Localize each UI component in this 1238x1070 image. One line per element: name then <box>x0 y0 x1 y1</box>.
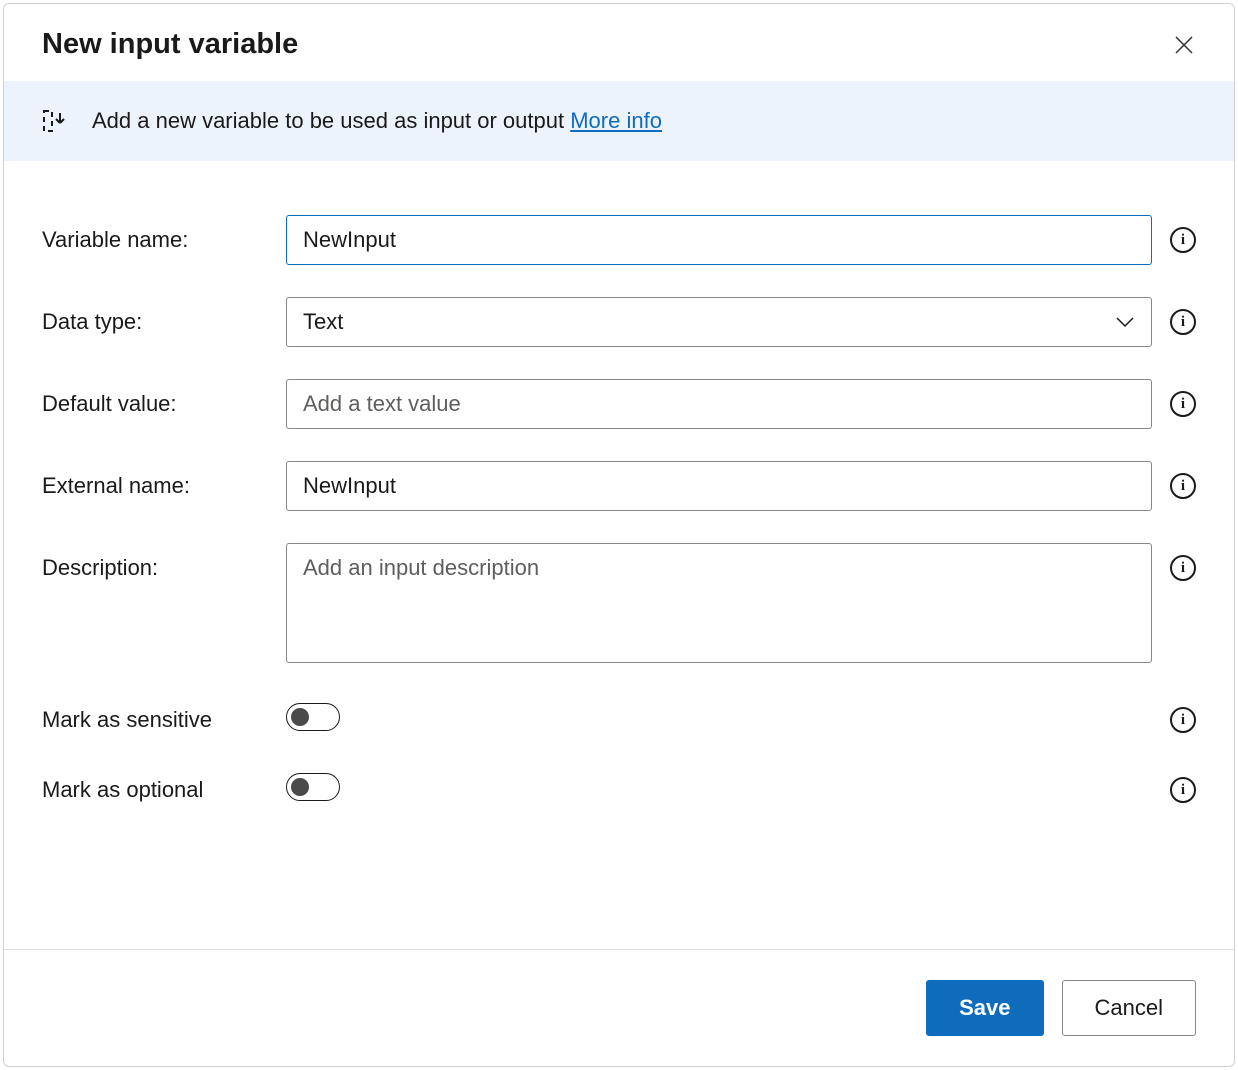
banner-message: Add a new variable to be used as input o… <box>92 108 570 133</box>
external-name-row: External name: i <box>42 461 1196 511</box>
variable-name-input[interactable] <box>286 215 1152 265</box>
mark-sensitive-toggle[interactable] <box>286 703 340 731</box>
form-body: Variable name: i Data type: Text i Defau… <box>4 161 1234 949</box>
description-textarea[interactable] <box>286 543 1152 663</box>
data-type-value: Text <box>303 309 343 335</box>
mark-optional-row: Mark as optional i <box>42 765 1196 803</box>
info-icon[interactable]: i <box>1170 473 1196 499</box>
data-type-row: Data type: Text i <box>42 297 1196 347</box>
info-icon[interactable]: i <box>1170 555 1196 581</box>
dialog-title: New input variable <box>42 28 298 61</box>
info-icon[interactable]: i <box>1170 391 1196 417</box>
mark-sensitive-label: Mark as sensitive <box>42 695 286 733</box>
close-icon <box>1174 35 1194 55</box>
description-row: Description: i <box>42 543 1196 663</box>
chevron-down-icon <box>1115 316 1135 328</box>
info-banner: Add a new variable to be used as input o… <box>4 81 1234 161</box>
description-label: Description: <box>42 543 286 581</box>
mark-sensitive-row: Mark as sensitive i <box>42 695 1196 733</box>
info-icon[interactable]: i <box>1170 309 1196 335</box>
external-name-label: External name: <box>42 461 286 499</box>
more-info-link[interactable]: More info <box>570 108 662 133</box>
variable-name-label: Variable name: <box>42 215 286 253</box>
info-icon[interactable]: i <box>1170 777 1196 803</box>
save-button[interactable]: Save <box>926 980 1043 1036</box>
info-icon[interactable]: i <box>1170 227 1196 253</box>
dialog-footer: Save Cancel <box>4 949 1234 1066</box>
data-type-label: Data type: <box>42 297 286 335</box>
info-icon[interactable]: i <box>1170 707 1196 733</box>
mark-optional-toggle[interactable] <box>286 773 340 801</box>
close-button[interactable] <box>1172 33 1196 57</box>
cancel-button[interactable]: Cancel <box>1062 980 1196 1036</box>
default-value-label: Default value: <box>42 379 286 417</box>
banner-text: Add a new variable to be used as input o… <box>92 108 662 134</box>
default-value-input[interactable] <box>286 379 1152 429</box>
external-name-input[interactable] <box>286 461 1152 511</box>
new-input-variable-dialog: New input variable Add a new variable to… <box>3 3 1235 1067</box>
dialog-header: New input variable <box>4 4 1234 81</box>
mark-optional-label: Mark as optional <box>42 765 286 803</box>
data-type-select[interactable]: Text <box>286 297 1152 347</box>
variable-name-row: Variable name: i <box>42 215 1196 265</box>
default-value-row: Default value: i <box>42 379 1196 429</box>
input-variable-icon <box>42 107 70 135</box>
